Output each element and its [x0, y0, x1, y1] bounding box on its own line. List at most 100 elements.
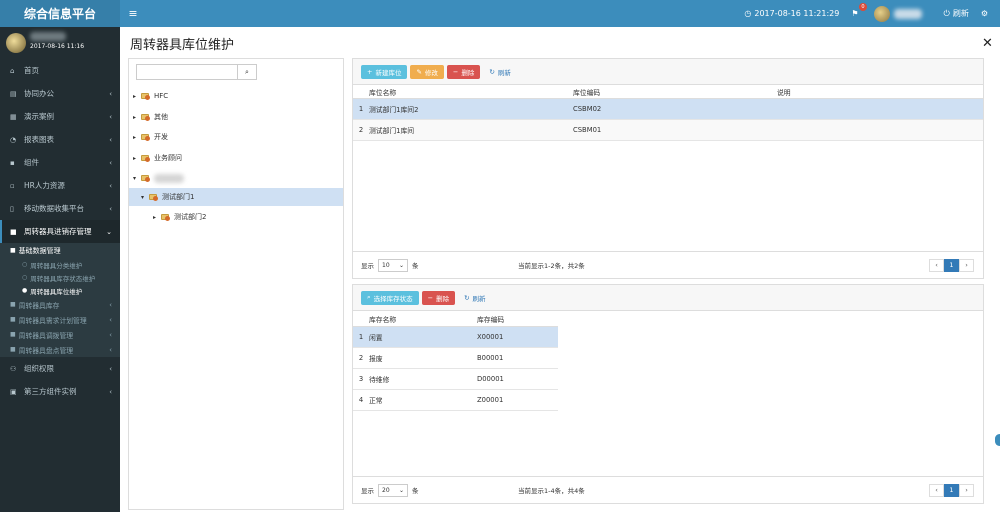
sidebar-item-office[interactable]: ▤ 协同办公 ‹ [0, 82, 120, 105]
caret-right-icon[interactable]: ▸ [133, 93, 141, 100]
table-row[interactable]: 2 报废 B00001 [353, 348, 558, 369]
chevron-left-icon: ‹ [109, 204, 112, 213]
table-header: 库位名称 库位编码 说明 [353, 85, 983, 99]
refresh-status-button[interactable]: ↻ 刷新 [464, 293, 485, 303]
page-button[interactable]: 1 [944, 483, 959, 497]
column-header[interactable]: 说明 [777, 87, 981, 97]
circle-icon: ○ [22, 274, 28, 281]
submenu-item-demand-plan[interactable]: ■ 周转器具需求计划管理 ‹ [0, 312, 120, 327]
submenu-item-inventory[interactable]: ■ 周转器具库存 ‹ [0, 297, 120, 312]
table-row[interactable]: 4 正常 Z00001 [353, 390, 558, 411]
app-logo[interactable]: 综合信息平台 [0, 0, 120, 27]
plugin-icon: ▣ [10, 387, 17, 396]
minus-icon: − [427, 293, 434, 302]
tree-node-selected[interactable]: ▾ 测试部门1 [129, 188, 343, 206]
submenu-head-basic-data[interactable]: ■ 基础数据管理 [0, 243, 120, 258]
next-page-button[interactable]: › [959, 483, 974, 497]
tree-node[interactable]: ▸ 开发 [133, 128, 168, 146]
caret-right-icon[interactable]: ▸ [153, 214, 161, 221]
folder-gear-icon [161, 213, 171, 221]
table-row[interactable]: 3 待维修 D00001 [353, 369, 558, 390]
sidebar-item-components[interactable]: ▪ 组件 ‹ [0, 151, 120, 174]
floating-tab[interactable] [995, 434, 1000, 446]
next-page-button[interactable]: › [959, 258, 974, 272]
datetime-display: ◷ 2017-08-16 11:21:29 [744, 9, 839, 18]
submenu-item-location[interactable]: ● 周转器具库位维护 [0, 284, 120, 297]
caret-right-icon[interactable]: ▸ [133, 114, 141, 121]
select-status-button[interactable]: ⌕ 选择库存状态 [361, 290, 419, 305]
notifications-button[interactable]: ⚑ 0 [851, 3, 867, 18]
submenu-item-category[interactable]: ○ 周转器具分类维护 [0, 258, 120, 271]
column-header[interactable]: 库存编码 [477, 314, 557, 324]
delete-location-button[interactable]: − 删除 [446, 64, 481, 79]
sidebar-item-mobile[interactable]: ▯ 移动数据收集平台 ‹ [0, 197, 120, 220]
submenu-equipment: ■ 基础数据管理 ○ 周转器具分类维护 ○ 周转器具库存状态维护 ● 周转器具库… [0, 243, 120, 357]
folder-icon: ■ [10, 227, 17, 236]
tree-node[interactable]: ▸ HFC [133, 87, 168, 105]
folder-icon: ■ [10, 301, 16, 308]
sidebar-item-demos[interactable]: ▦ 演示案例 ‹ [0, 105, 120, 128]
sidebar-item-org[interactable]: ⚇ 组织权限 ‹ [0, 357, 120, 380]
sidebar-item-hr[interactable]: ▫ HR人力资源 ‹ [0, 174, 120, 197]
submenu-item-stocktake[interactable]: ■ 周转器具盘点管理 ‹ [0, 342, 120, 357]
menu-toggle-icon[interactable]: ≡ [120, 7, 146, 20]
chevron-down-icon: ⌄ [398, 261, 404, 269]
pager: ‹ 1 › [929, 258, 974, 272]
folder-gear-icon [149, 193, 159, 201]
delete-status-button[interactable]: − 删除 [421, 290, 456, 305]
add-location-button[interactable]: + 新建库位 [361, 64, 408, 79]
refresh-location-button[interactable]: ↻ 刷新 [489, 67, 510, 77]
tree-panel: ⌕ ▸ HFC ▸ 其他 ▸ 开发 ▸ 业务顾问 ▾ ▾ 测试部门1 ▸ 测试部… [128, 58, 344, 510]
submenu-item-transfer[interactable]: ■ 周转器具调拨管理 ‹ [0, 327, 120, 342]
close-icon[interactable]: ✕ [982, 36, 993, 51]
search-button[interactable]: ⌕ [237, 64, 257, 80]
user-login-time: 2017-08-16 11:16 [30, 43, 85, 50]
component-icon: ▪ [10, 158, 15, 167]
page-size-select[interactable]: 20 ⌄ [378, 483, 408, 497]
table-header: 库存名称 库存编码 [353, 311, 558, 327]
page-info: 当前显示1-4条，共4条 [518, 487, 585, 495]
table-row[interactable]: 1 测试部门1库间2 CSBM02 [353, 99, 983, 120]
folder-gear-icon [141, 154, 151, 162]
sidebar-item-thirdparty[interactable]: ▣ 第三方组件实例 ‹ [0, 380, 120, 403]
chevron-left-icon: ‹ [109, 345, 112, 354]
settings-button[interactable]: ⚙ [981, 9, 988, 18]
table-row[interactable]: 1 闲置 X00001 [353, 327, 558, 348]
caret-right-icon[interactable]: ▸ [133, 134, 141, 141]
tree-search-input[interactable] [136, 64, 237, 80]
tree-search: ⌕ [136, 64, 257, 80]
page-button[interactable]: 1 [944, 258, 959, 272]
tree-node[interactable]: ▸ 其他 [133, 108, 168, 126]
caret-down-icon[interactable]: ▾ [141, 194, 149, 201]
folder-icon: ■ [10, 346, 16, 353]
caret-right-icon[interactable]: ▸ [133, 155, 141, 162]
refresh-label: 刷新 [952, 9, 969, 18]
status-toolbar: ⌕ 选择库存状态 − 删除 ↻ 刷新 [353, 285, 983, 311]
column-header[interactable]: 库位名称 [369, 87, 573, 97]
page-size-select[interactable]: 10 ⌄ [378, 258, 408, 272]
sidebar-item-reports[interactable]: ◔ 报表图表 ‹ [0, 128, 120, 151]
column-header[interactable]: 库存名称 [369, 314, 477, 324]
circle-icon: ○ [22, 261, 28, 268]
edit-icon: ✎ [416, 67, 422, 76]
edit-location-button[interactable]: ✎ 修改 [410, 64, 444, 79]
submenu-item-stock-status[interactable]: ○ 周转器具库存状态维护 [0, 271, 120, 284]
user-menu[interactable] [873, 5, 932, 22]
tree-node[interactable]: ▸ 测试部门2 [153, 208, 206, 226]
top-navbar: ≡ ◷ 2017-08-16 11:21:29 ⚑ 0 ⏻ 刷新 ⚙ [120, 0, 1000, 27]
refresh-button[interactable]: ⏻ 刷新 [944, 8, 969, 19]
tree-node[interactable]: ▸ 业务顾问 [133, 149, 182, 167]
prev-page-button[interactable]: ‹ [929, 483, 944, 497]
tree-node-root[interactable]: ▾ [133, 169, 184, 187]
status-pagination: 显示 20 ⌄ 条 当前显示1-4条，共4条 ‹ 1 › [353, 476, 983, 503]
prev-page-button[interactable]: ‹ [929, 258, 944, 272]
clock-icon: ◷ [744, 9, 752, 18]
column-header[interactable]: 库位编码 [573, 87, 777, 97]
plus-icon: + [367, 67, 373, 76]
chevron-left-icon: ‹ [109, 89, 112, 98]
table-row[interactable]: 2 测试部门1库间 CSBM01 [353, 120, 983, 141]
sidebar-item-equipment[interactable]: ■ 周转器具进销存管理 ⌄ [0, 220, 120, 243]
sidebar-item-home[interactable]: ⌂ 首页 [0, 59, 120, 82]
caret-down-icon[interactable]: ▾ [133, 175, 141, 182]
user-name-blurred [30, 32, 66, 41]
